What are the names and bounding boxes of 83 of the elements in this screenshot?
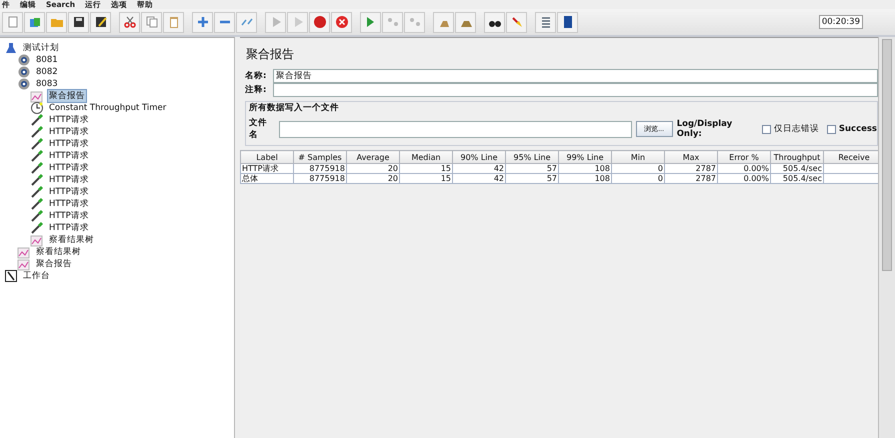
tree-item[interactable]: HTTP请求 xyxy=(47,137,91,151)
new-file-icon xyxy=(6,15,20,29)
column-header[interactable]: Average xyxy=(346,150,400,164)
field-label: 注释: xyxy=(245,84,268,96)
pipette-icon xyxy=(30,125,44,139)
tree-item[interactable]: HTTP请求 xyxy=(47,197,91,211)
stop-icon xyxy=(312,15,326,29)
scrollbar-thumb[interactable] xyxy=(882,39,892,271)
templates-icon xyxy=(28,15,42,29)
comment-field[interactable] xyxy=(273,82,878,96)
flask-icon xyxy=(4,41,18,55)
pipette-icon xyxy=(30,173,44,187)
tree-item[interactable]: 工作台 xyxy=(21,269,52,283)
checkbox-label: 仅日志错误 xyxy=(774,123,819,135)
checkbox[interactable] xyxy=(826,124,836,134)
save-as-icon xyxy=(94,15,108,29)
column-header[interactable]: Median xyxy=(400,150,452,164)
chart-icon xyxy=(30,89,44,103)
checkbox[interactable] xyxy=(762,124,771,134)
checkbox-label: Success xyxy=(838,124,877,134)
filename-field[interactable] xyxy=(278,120,632,138)
toolbar-button[interactable] xyxy=(90,12,111,32)
tree-item[interactable]: HTTP请求 xyxy=(47,149,91,163)
column-header[interactable]: # Samples xyxy=(294,150,346,164)
column-header[interactable]: 95% Line xyxy=(506,150,558,164)
notebook-icon xyxy=(4,269,18,283)
tree-item[interactable]: HTTP请求 xyxy=(47,125,91,139)
chart-icon xyxy=(30,233,44,247)
tree-item[interactable]: HTTP请求 xyxy=(47,209,91,223)
save-icon xyxy=(72,15,86,29)
column-header[interactable]: Receive xyxy=(824,150,878,164)
close-icon xyxy=(334,15,348,29)
pipette-icon xyxy=(30,209,44,223)
column-header[interactable]: Label xyxy=(240,150,294,164)
column-header[interactable]: Max xyxy=(664,150,718,164)
toolbar-button[interactable] xyxy=(68,12,89,32)
tree-item[interactable]: HTTP请求 xyxy=(47,113,91,127)
gear-icon xyxy=(17,77,31,91)
tree-item[interactable]: 聚合报告 xyxy=(34,257,74,271)
table-cell: HTTP请求 xyxy=(240,164,294,174)
field-label: 文件名 xyxy=(249,117,268,141)
log-display-label: Log/Display Only: xyxy=(676,119,734,139)
pipette-icon xyxy=(30,161,44,175)
pipette-icon xyxy=(30,221,44,235)
tree-item[interactable]: 察看结果树 xyxy=(34,245,83,259)
toolbar-button[interactable] xyxy=(535,12,556,32)
clock-icon xyxy=(30,101,44,115)
tree-item[interactable]: 8083 xyxy=(34,78,60,90)
table-cell: 总体 xyxy=(240,174,294,184)
chart-icon xyxy=(17,257,31,271)
tree-item[interactable]: HTTP请求 xyxy=(47,173,91,187)
column-header[interactable]: 99% Line xyxy=(558,150,612,164)
pipette-icon xyxy=(30,113,44,127)
tree-item[interactable]: 聚合报告 xyxy=(47,89,87,103)
copy-icon xyxy=(144,15,158,29)
column-header[interactable]: 90% Line xyxy=(452,150,506,164)
tree-item[interactable]: 8081 xyxy=(34,54,60,66)
field-label: 名称: xyxy=(245,70,268,82)
chart-icon xyxy=(17,245,31,259)
toolbar-button[interactable] xyxy=(557,12,578,32)
panel-title: 聚合报告 xyxy=(245,46,295,63)
tree-item[interactable]: Constant Throughput Timer xyxy=(47,102,168,114)
tree-item[interactable]: HTTP请求 xyxy=(47,161,91,175)
gear-icon xyxy=(17,53,31,67)
tree-item[interactable]: 察看结果树 xyxy=(47,233,96,247)
pipette-icon xyxy=(30,197,44,211)
column-header[interactable]: Min xyxy=(612,150,664,164)
tree-item[interactable]: HTTP请求 xyxy=(47,185,91,199)
name-field[interactable]: 聚合报告 xyxy=(273,68,878,82)
tree-item[interactable]: 8082 xyxy=(34,66,60,78)
toolbar-button[interactable] xyxy=(484,12,505,32)
elapsed-time: 00:20:39 xyxy=(818,15,863,29)
group-title: 所有数据写入一个文件 xyxy=(249,102,340,114)
gear-icon xyxy=(17,65,31,79)
scissors-icon xyxy=(122,15,136,29)
tree-item[interactable]: HTTP请求 xyxy=(47,221,91,235)
plus-icon xyxy=(196,15,210,29)
column-header[interactable]: Throughput xyxy=(770,150,824,164)
pipette-icon xyxy=(30,137,44,151)
pipette-icon xyxy=(30,149,44,163)
pipette-icon xyxy=(30,185,44,199)
column-header[interactable]: Error % xyxy=(718,150,770,164)
tree-item[interactable]: 测试计划 xyxy=(21,41,61,55)
